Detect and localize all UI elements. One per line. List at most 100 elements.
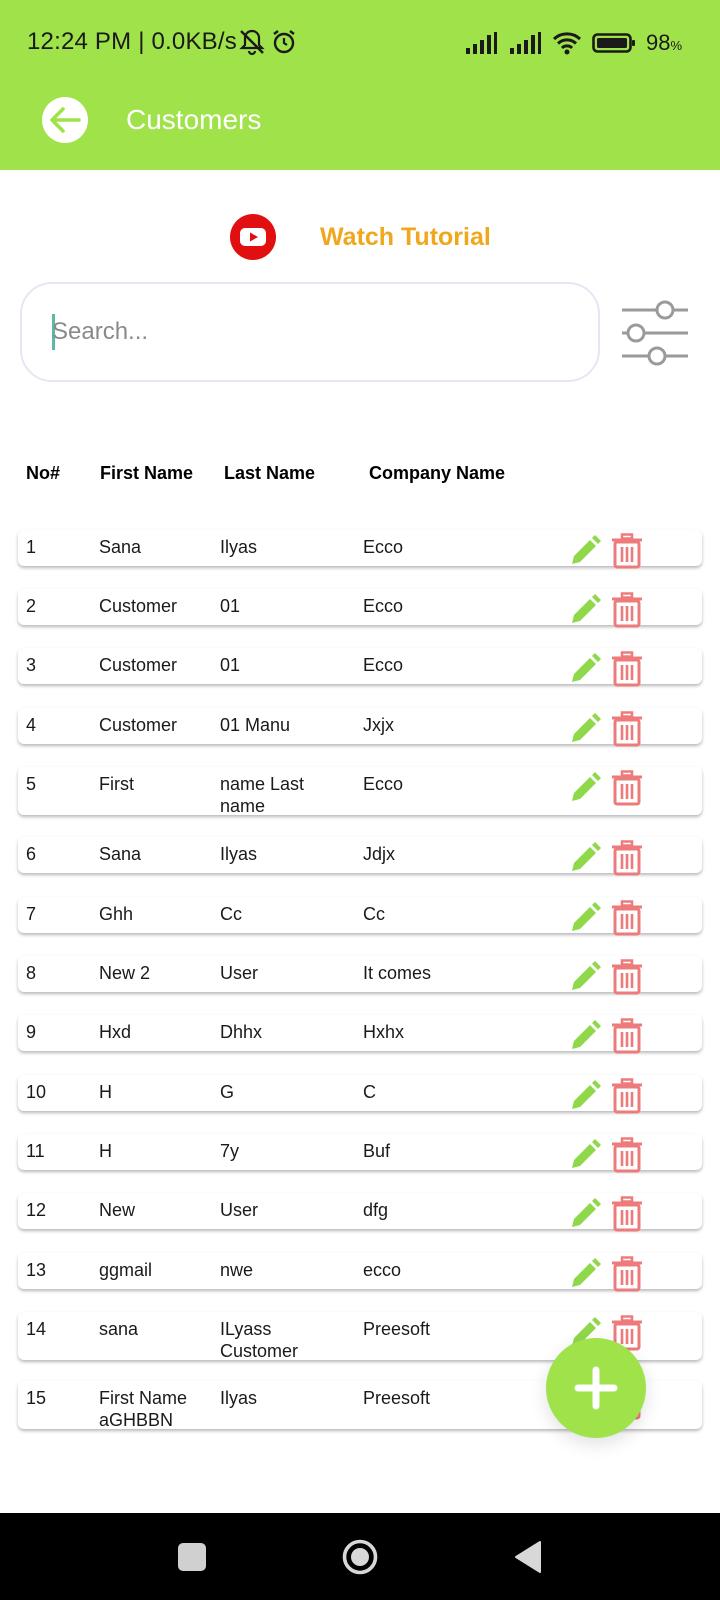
row-number: 1	[26, 537, 37, 557]
row-company-name: Preesoft	[363, 1388, 431, 1408]
back-button[interactable]	[42, 97, 88, 143]
pencil-icon[interactable]	[568, 534, 602, 568]
row-last-name: Dhhx	[220, 1022, 263, 1042]
trash-icon[interactable]	[610, 592, 644, 628]
pencil-icon[interactable]	[568, 1019, 602, 1053]
status-bar: 12:24 PM | 0.0KB/s 98%	[0, 0, 720, 88]
pencil-icon[interactable]	[568, 841, 602, 875]
sliders-icon[interactable]	[620, 300, 690, 366]
trash-icon[interactable]	[610, 900, 644, 936]
row-first-name: Hxd	[99, 1022, 132, 1042]
row-first-name: Ghh	[99, 904, 134, 924]
row-number: 12	[26, 1200, 47, 1220]
trash-icon[interactable]	[610, 651, 644, 687]
table-row[interactable]: 12 New User dfg	[18, 1193, 702, 1232]
back-triangle-icon[interactable]	[514, 1540, 542, 1574]
row-number: 15	[26, 1388, 47, 1408]
row-last-name: nwe	[220, 1260, 254, 1280]
row-number: 6	[26, 844, 37, 864]
trash-icon[interactable]	[610, 1256, 644, 1292]
row-company-name: Ecco	[363, 537, 404, 557]
row-number: 13	[26, 1260, 47, 1280]
pencil-icon[interactable]	[568, 960, 602, 994]
table-row[interactable]: 11 H 7y Buf	[18, 1134, 702, 1173]
row-first-name: New 2	[99, 963, 151, 983]
trash-icon[interactable]	[610, 840, 644, 876]
row-number: 11	[26, 1141, 45, 1161]
pencil-icon[interactable]	[568, 1197, 602, 1231]
row-company-name: dfg	[363, 1200, 389, 1220]
pencil-icon[interactable]	[568, 1138, 602, 1172]
trash-icon[interactable]	[610, 533, 644, 569]
table-row[interactable]: 13 ggmail nwe ecco	[18, 1253, 702, 1292]
row-first-name: First Name aGHBBN	[99, 1388, 188, 1430]
system-nav-bar	[0, 1513, 720, 1600]
trash-icon[interactable]	[610, 1137, 644, 1173]
row-last-name: 01	[220, 655, 241, 675]
row-company-name: C	[363, 1082, 376, 1102]
search-input[interactable]	[52, 312, 572, 352]
row-last-name: Ilyas	[220, 537, 258, 557]
trash-icon[interactable]	[610, 1196, 644, 1232]
row-last-name: Cc	[220, 904, 242, 924]
pencil-icon[interactable]	[568, 901, 602, 935]
row-first-name: Sana	[99, 844, 142, 864]
trash-icon[interactable]	[610, 959, 644, 995]
table-header: No# First Name Last Name Company Name	[0, 460, 720, 488]
trash-icon[interactable]	[610, 711, 644, 747]
table-row[interactable]: 5 First name Last name Ecco	[18, 767, 702, 816]
column-header-company-name: Company Name	[369, 463, 506, 483]
trash-icon[interactable]	[610, 1018, 644, 1054]
add-customer-button[interactable]	[546, 1338, 646, 1438]
row-company-name: Jdjx	[363, 844, 396, 864]
column-header-no: No#	[26, 463, 61, 483]
table-row[interactable]: 4 Customer 01 Manu Jxjx	[18, 708, 702, 747]
status-right: 98%	[464, 28, 682, 58]
table-row[interactable]: 1 Sana Ilyas Ecco	[18, 530, 702, 569]
table-row[interactable]: 2 Customer 01 Ecco	[18, 589, 702, 628]
row-first-name: Customer	[99, 655, 178, 675]
row-first-name: Sana	[99, 537, 142, 557]
row-first-name: sana	[99, 1319, 139, 1339]
table-row[interactable]: 6 Sana Ilyas Jdjx	[18, 837, 702, 876]
pencil-icon[interactable]	[568, 712, 602, 746]
table-row[interactable]: 8 New 2 User It comes	[18, 956, 702, 995]
row-company-name: Preesoft	[363, 1319, 431, 1339]
recents-square-icon[interactable]	[178, 1543, 206, 1571]
row-first-name: ggmail	[99, 1260, 153, 1280]
table-row[interactable]: 10 H G C	[18, 1075, 702, 1114]
alarm-icon	[273, 30, 295, 54]
plus-icon	[574, 1366, 618, 1410]
pencil-icon[interactable]	[568, 652, 602, 686]
row-last-name: User	[220, 1200, 259, 1220]
home-circle-icon[interactable]	[342, 1539, 378, 1575]
arrow-left-icon	[50, 107, 81, 133]
row-first-name: Customer	[99, 596, 178, 616]
table-row[interactable]: 7 Ghh Cc Cc	[18, 897, 702, 936]
row-company-name: ecco	[363, 1260, 402, 1280]
pencil-icon[interactable]	[568, 1079, 602, 1113]
table-row[interactable]: 9 Hxd Dhhx Hxhx	[18, 1015, 702, 1054]
row-number: 2	[26, 596, 37, 616]
row-first-name: H	[99, 1141, 112, 1161]
row-last-name: Ilyas	[220, 1388, 258, 1408]
search-bar[interactable]	[20, 282, 600, 382]
row-company-name: Buf	[363, 1141, 391, 1161]
row-company-name: Jxjx	[363, 715, 394, 735]
column-header-first-name: First Name	[100, 463, 194, 483]
trash-icon[interactable]	[610, 770, 644, 806]
youtube-play-glyph	[240, 228, 266, 246]
signal-icon	[465, 32, 497, 54]
pencil-icon[interactable]	[568, 593, 602, 627]
pencil-icon[interactable]	[568, 771, 602, 805]
trash-icon[interactable]	[610, 1078, 644, 1114]
battery-percentage: 98%	[646, 30, 682, 56]
watch-tutorial-link[interactable]: Watch Tutorial	[230, 214, 491, 260]
wifi-icon	[552, 32, 581, 55]
row-first-name: New	[99, 1200, 136, 1220]
row-last-name: 01 Manu	[220, 715, 291, 735]
pencil-icon[interactable]	[568, 1257, 602, 1291]
row-number: 4	[26, 715, 37, 735]
table-row[interactable]: 3 Customer 01 Ecco	[18, 648, 702, 687]
row-first-name: First	[99, 774, 134, 794]
